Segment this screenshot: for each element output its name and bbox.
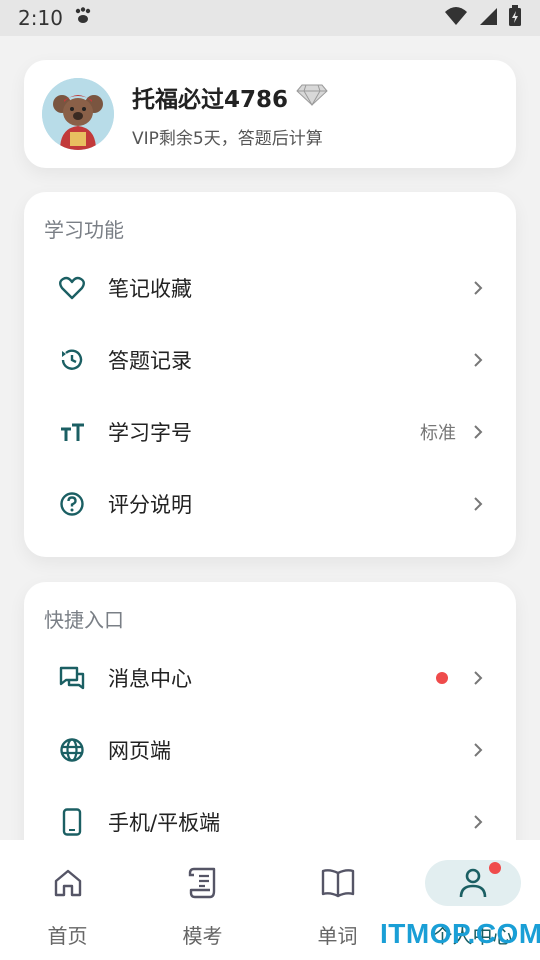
row-label: 手机/平板端: [108, 811, 221, 835]
row-label: 学习字号: [108, 421, 192, 445]
tab-mock-exam[interactable]: 模考: [143, 860, 263, 949]
text-size-icon: [56, 416, 88, 448]
scroll-icon: [155, 860, 251, 906]
chevron-right-icon: [470, 280, 486, 296]
font-size-value: 标准: [420, 423, 456, 444]
unread-dot: [436, 672, 448, 684]
status-bar: 2:10: [0, 0, 540, 36]
row-scoring-info[interactable]: 评分说明: [24, 468, 516, 540]
status-time: 2:10: [18, 6, 63, 30]
watermark: ITMOP.COM: [380, 918, 540, 949]
learning-card: 学习功能 笔记收藏 答题记录 学习字号 标准 评分说明: [24, 192, 516, 557]
row-message-center[interactable]: 消息中心: [24, 642, 516, 714]
row-label: 网页端: [108, 739, 171, 763]
row-label: 评分说明: [108, 493, 192, 517]
history-icon: [56, 344, 88, 376]
row-answer-history[interactable]: 答题记录: [24, 324, 516, 396]
home-icon: [20, 860, 116, 906]
phone-icon: [56, 806, 88, 838]
message-icon: [56, 662, 88, 694]
profile-page[interactable]: 托福必过4786 VIP剩余5天，答题后计算 学习功能 笔记收藏 答题记录 学习…: [0, 36, 540, 840]
chevron-right-icon: [470, 352, 486, 368]
heart-icon: [56, 272, 88, 304]
chevron-right-icon: [470, 424, 486, 440]
tab-label: 单词: [317, 924, 358, 948]
wifi-icon: [444, 6, 468, 30]
profile-card[interactable]: 托福必过4786 VIP剩余5天，答题后计算: [24, 60, 516, 168]
globe-icon: [56, 734, 88, 766]
row-notes-favorites[interactable]: 笔记收藏: [24, 252, 516, 324]
section-title-learning: 学习功能: [44, 218, 124, 242]
person-icon: [424, 860, 521, 906]
row-web-version[interactable]: 网页端: [24, 714, 516, 786]
book-icon: [290, 860, 386, 906]
paw-icon: [73, 6, 93, 30]
avatar[interactable]: [42, 78, 114, 150]
row-mobile-tablet[interactable]: 手机/平板端: [24, 786, 516, 840]
help-circle-icon: [56, 488, 88, 520]
chevron-right-icon: [470, 496, 486, 512]
profile-name: 托福必过4786: [132, 86, 289, 113]
notification-badge: [488, 862, 501, 874]
chevron-right-icon: [470, 670, 486, 686]
battery-icon: [508, 5, 522, 31]
tab-label: 首页: [47, 924, 88, 948]
row-font-size[interactable]: 学习字号 标准: [24, 396, 516, 468]
quick-entry-card: 快捷入口 消息中心 网页端 手机/平板端: [24, 582, 516, 840]
cell-signal-icon: [478, 6, 498, 30]
tab-label: 模考: [182, 924, 223, 948]
tab-home[interactable]: 首页: [8, 860, 128, 949]
row-label: 答题记录: [108, 349, 192, 373]
chevron-right-icon: [470, 742, 486, 758]
chevron-right-icon: [470, 814, 486, 830]
row-label: 消息中心: [108, 667, 192, 691]
diamond-icon: [296, 84, 328, 110]
section-title-quick: 快捷入口: [44, 608, 124, 632]
row-label: 笔记收藏: [108, 277, 192, 301]
vip-status: VIP剩余5天，答题后计算: [132, 128, 323, 149]
